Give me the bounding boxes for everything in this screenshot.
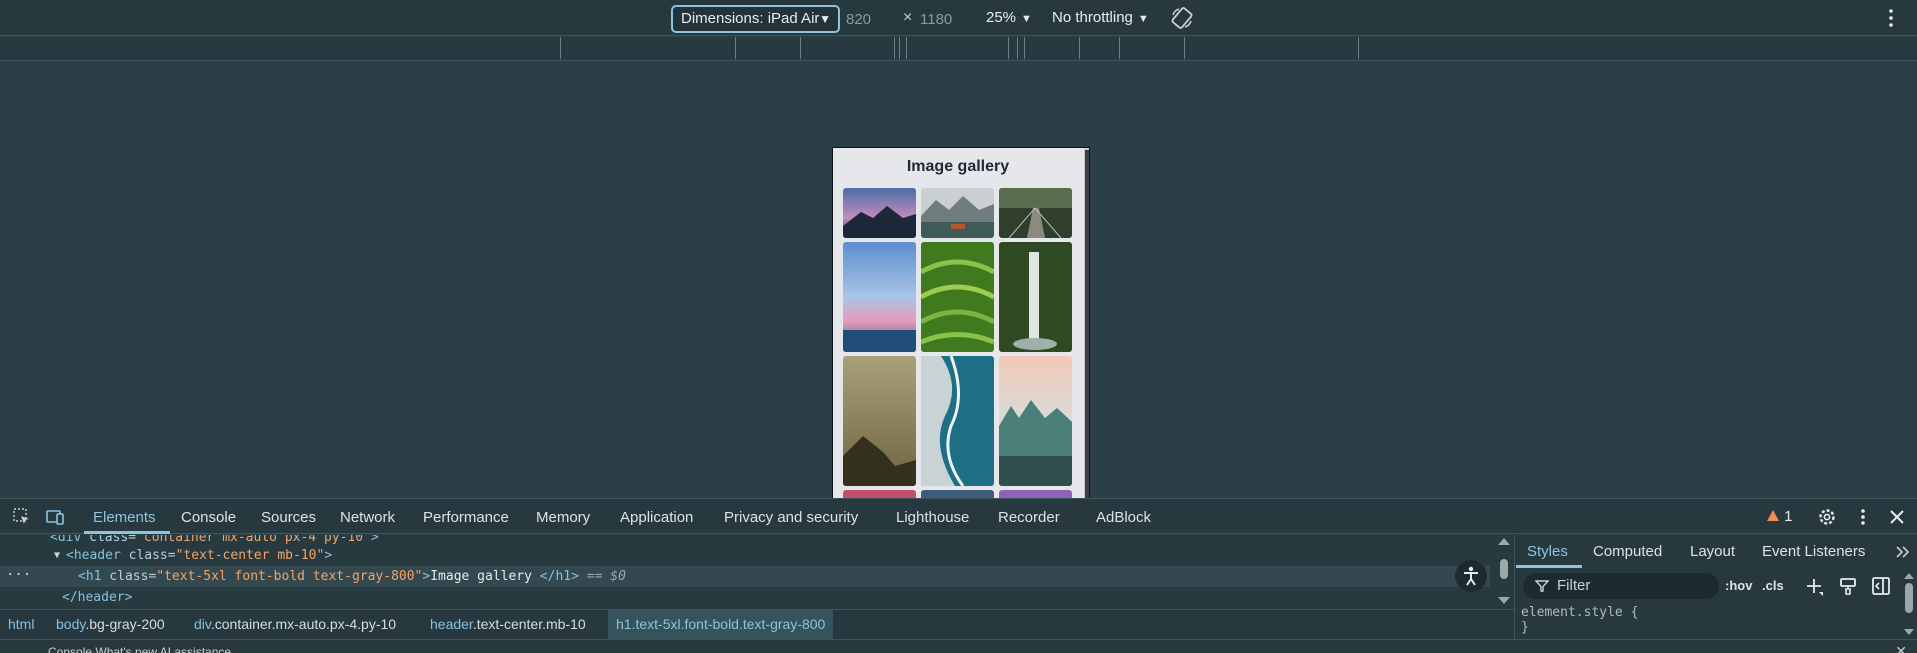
ruler-tick (899, 37, 900, 59)
accessibility-icon (1464, 566, 1478, 586)
warning-icon (1767, 510, 1779, 521)
toggle-sidebar-icon[interactable] (1870, 575, 1892, 597)
crumb-html[interactable]: html (0, 610, 42, 639)
drawer-tabs[interactable]: Console What's new AI assistance (48, 645, 231, 653)
height-input[interactable] (920, 8, 980, 30)
tab-memory[interactable]: Memory (536, 509, 590, 526)
new-style-rule-icon[interactable] (1803, 575, 1825, 597)
device-frame[interactable]: Image gallery (832, 147, 1090, 518)
devtools-tab-bar: Elements Console Sources Network Perform… (0, 498, 1917, 534)
tab-event-listeners[interactable]: Event Listeners (1762, 543, 1865, 560)
tab-recorder[interactable]: Recorder (998, 509, 1060, 526)
media-query-ruler (0, 37, 1917, 61)
dimensions-label: Dimensions: iPad Air (681, 10, 820, 27)
throttling-dropdown[interactable]: No throttling ▼ (1052, 9, 1149, 26)
ruler-tick (894, 37, 895, 59)
ruler-tick (1017, 37, 1018, 59)
chevron-down-icon: ▼ (819, 12, 831, 26)
ruler-tick (906, 37, 907, 59)
gallery-image-ocean-waves[interactable] (921, 356, 994, 486)
dom-node-header[interactable]: ▼ <header class="text-center mb-10"> (0, 545, 1490, 566)
gear-icon[interactable] (1817, 507, 1837, 527)
crumb-body[interactable]: body.bg-gray-200 (48, 610, 173, 639)
ruler-tick (1024, 37, 1025, 59)
filter-placeholder: Filter (1557, 577, 1591, 594)
tab-application[interactable]: Application (620, 509, 693, 526)
crumb-div[interactable]: div.container.mx-auto.px-4.py-10 (186, 610, 404, 639)
more-vertical-icon[interactable] (1853, 507, 1873, 527)
throttling-label: No throttling (1052, 9, 1133, 26)
gallery-image-mountain-dusk[interactable] (843, 188, 916, 238)
chevron-down-icon: ▼ (1137, 13, 1149, 25)
filter-icon (1535, 580, 1549, 592)
ruler-tick (800, 37, 801, 59)
gallery-image-valley-river[interactable] (999, 356, 1072, 486)
crumb-header[interactable]: header.text-center.mb-10 (422, 610, 594, 639)
gallery-image-beach-sunset[interactable] (843, 242, 916, 352)
warnings-badge[interactable]: 1 (1766, 508, 1793, 525)
ruler-tick (1008, 37, 1009, 59)
tab-adblock[interactable]: AdBlock (1096, 509, 1151, 526)
page-scrollbar-thumb[interactable] (1085, 150, 1089, 517)
styles-filter-input[interactable]: Filter (1523, 573, 1719, 599)
gallery-image-waterfall[interactable] (999, 242, 1072, 352)
device-toolbar-icon[interactable] (45, 507, 65, 527)
ruler-tick (1119, 37, 1120, 59)
dom-node-header-close[interactable]: </header> (0, 587, 1490, 608)
tab-privacy-and-security[interactable]: Privacy and security (724, 509, 858, 526)
tab-console[interactable]: Console (181, 509, 236, 526)
tab-elements[interactable]: Elements (93, 509, 156, 526)
elements-scrollbar[interactable] (1494, 535, 1514, 609)
crumb-h1[interactable]: h1.text-5xl.font-bold.text-gray-800 (608, 610, 834, 639)
tab-lighthouse[interactable]: Lighthouse (896, 509, 969, 526)
dom-node-h1-selected[interactable]: <h1 class="text-5xl font-bold text-gray-… (0, 566, 1490, 587)
width-input[interactable] (846, 8, 896, 30)
times-sign: × (903, 9, 913, 26)
gallery-image-rice-terraces[interactable] (921, 242, 994, 352)
close-icon[interactable]: ✕ (1895, 643, 1907, 653)
ruler-tick (1079, 37, 1080, 59)
gallery-image-forest-bridge[interactable] (999, 188, 1072, 238)
tab-computed[interactable]: Computed (1593, 543, 1662, 560)
element-style-rule[interactable]: element.style { } (1521, 605, 1638, 635)
tab-sources[interactable]: Sources (261, 509, 316, 526)
page-title: Image gallery (906, 158, 1010, 175)
dimensions-dropdown[interactable]: Dimensions: iPad Air ▼ (671, 5, 840, 33)
elements-tree[interactable]: <div class="container mx-auto px-4 py-10… (0, 535, 1514, 609)
node-actions-ellipsis[interactable]: ··· (6, 567, 31, 583)
console-drawer: Console What's new AI assistance ✕ (0, 639, 1917, 653)
tab-performance[interactable]: Performance (423, 509, 509, 526)
breadcrumb: html body.bg-gray-200 div.container.mx-a… (0, 609, 1514, 639)
hover-state-toggle[interactable]: :hov (1725, 578, 1752, 593)
zoom-dropdown[interactable]: 25% ▼ (986, 9, 1032, 26)
zoom-label: 25% (986, 9, 1017, 26)
page-scrollbar[interactable] (1084, 148, 1089, 517)
accessibility-tree-button[interactable] (1455, 560, 1487, 592)
class-toggle[interactable]: .cls (1762, 578, 1784, 593)
chevron-down-icon: ▼ (1021, 13, 1032, 25)
styles-pane: Styles Computed Layout Event Listeners F… (1514, 535, 1917, 639)
active-tab-indicator (84, 531, 170, 534)
ruler-tick (1184, 37, 1185, 59)
gallery-image-mountain-lake[interactable] (921, 188, 994, 238)
ruler-tick (735, 37, 736, 59)
rotate-icon[interactable] (1170, 6, 1194, 30)
device-viewport: Image gallery (0, 62, 1917, 518)
inspect-element-icon[interactable] (12, 507, 32, 527)
expand-triangle-icon[interactable]: ▼ (54, 545, 60, 566)
close-icon[interactable] (1887, 507, 1907, 527)
tab-network[interactable]: Network (340, 509, 395, 526)
gallery-image-misty-cliffs[interactable] (843, 356, 916, 486)
more-vertical-icon[interactable] (1884, 7, 1898, 29)
tab-styles[interactable]: Styles (1527, 543, 1568, 560)
warning-count: 1 (1784, 508, 1793, 525)
more-tabs-chevron-icon[interactable] (1895, 545, 1911, 559)
active-tab-indicator (1516, 565, 1582, 568)
paint-brush-icon[interactable] (1837, 575, 1859, 597)
ruler-tick (1358, 37, 1359, 59)
styles-scrollbar[interactable] (1901, 571, 1917, 639)
ruler-tick (560, 37, 561, 59)
device-toolbar: Dimensions: iPad Air ▼ × 25% ▼ No throttl… (0, 0, 1917, 36)
tab-layout[interactable]: Layout (1690, 543, 1735, 560)
